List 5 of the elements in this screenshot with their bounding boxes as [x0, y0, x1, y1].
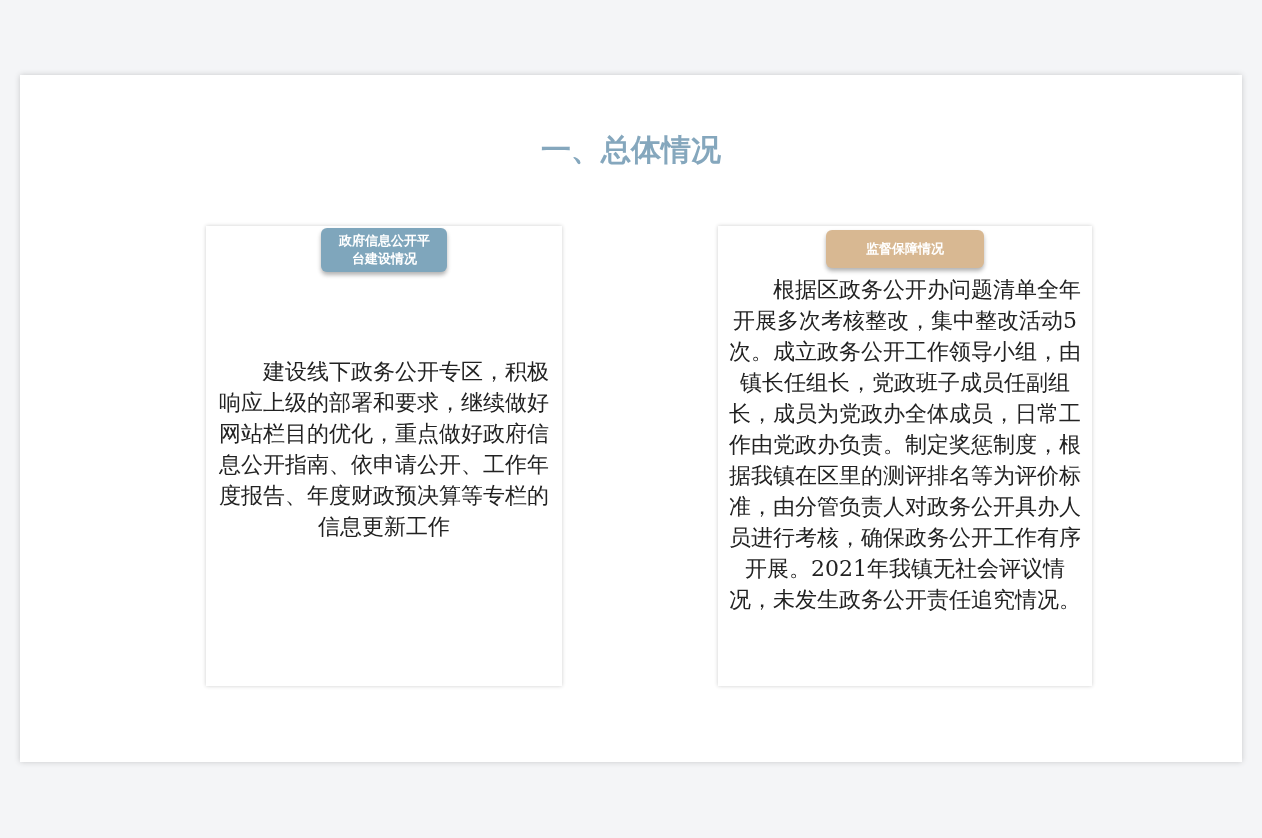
card-paragraph: 建设线下政务公开专区，积极响应上级的部署和要求，继续做好网站栏目的优化，重点做好政府信息公开指南、依申请公开、工作年度报告、年度财政预决算等专栏的信息更新工作: [218, 358, 550, 541]
card-heading-label: 监督保障情况: [826, 230, 984, 268]
card-paragraph: 根据区政务公开办问题清单全年开展多次考核整改，集中整改活动5次。成立政务公开工作领导小组，由镇长任组长，党政班子成员任副组长，成员为党政办全体成员，日常工作由党政办负责。制定奖惩制度，根据我镇在区里的测评排名等为评价标准，由分管负责人对政务公开具办人员进行考核，确保政务公开工作有序开展。2021年我镇无社会评议情况，未发生政务公开责任追究情况。: [728, 276, 1082, 614]
slide-title: 一、总体情况: [540, 131, 722, 169]
card-heading-label: 政府信息公开平台建设情况: [321, 228, 447, 272]
